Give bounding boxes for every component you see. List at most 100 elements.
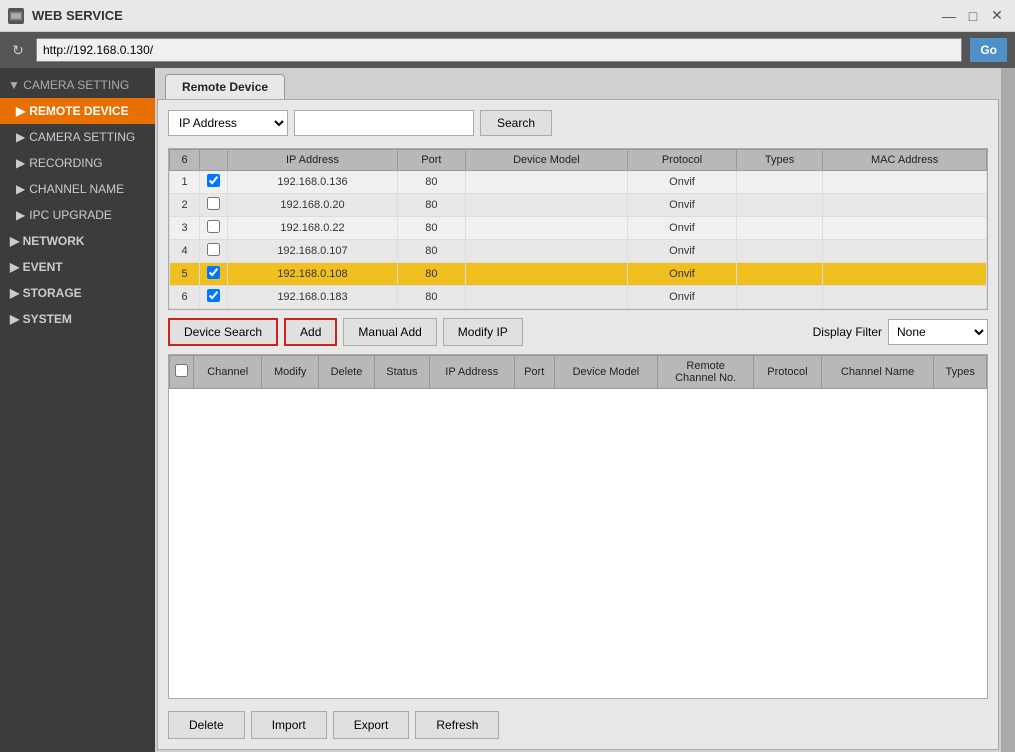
- row-check[interactable]: [200, 286, 228, 309]
- table-row[interactable]: 3 192.168.0.22 80 Onvif: [170, 217, 987, 240]
- lower-table-container: Channel Modify Delete Status IP Address …: [168, 354, 988, 699]
- row-protocol: Onvif: [628, 171, 737, 194]
- sidebar-section-label: ▼ CAMERA SETTING: [8, 78, 129, 92]
- col-header-types: Types: [736, 150, 822, 171]
- export-button[interactable]: Export: [333, 711, 410, 739]
- lower-col-modify: Modify: [262, 356, 319, 389]
- go-button[interactable]: Go: [970, 38, 1007, 62]
- row-num: 2: [170, 194, 200, 217]
- action-row: Device Search Add Manual Add Modify IP D…: [168, 318, 988, 346]
- row-model: [465, 217, 627, 240]
- row-ip: 192.168.0.108: [228, 263, 398, 286]
- sidebar: ▼ CAMERA SETTING ▶ REMOTE DEVICE ▶ CAMER…: [0, 68, 155, 752]
- display-filter-label: Display Filter: [813, 325, 882, 339]
- col-header-port: Port: [398, 150, 466, 171]
- row-model: [465, 263, 627, 286]
- app-title: WEB SERVICE: [32, 8, 931, 23]
- row-protocol: Onvif: [628, 217, 737, 240]
- row-mac: [823, 194, 987, 217]
- lower-col-channel-name: Channel Name: [821, 356, 934, 389]
- sidebar-item-storage[interactable]: ▶ STORAGE: [0, 280, 155, 306]
- modify-ip-button[interactable]: Modify IP: [443, 318, 523, 346]
- row-mac: [823, 286, 987, 309]
- row-model: [465, 286, 627, 309]
- col-header-model: Device Model: [465, 150, 627, 171]
- maximize-button[interactable]: □: [963, 6, 983, 26]
- table-row[interactable]: 1 192.168.0.136 80 Onvif: [170, 171, 987, 194]
- row-mac: [823, 263, 987, 286]
- row-model: [465, 194, 627, 217]
- table-row[interactable]: 5 192.168.0.108 80 Onvif: [170, 263, 987, 286]
- col-header-check: [200, 150, 228, 171]
- content-area: Remote Device IP Address Device Name Sea…: [155, 68, 1001, 752]
- sidebar-item-camera-setting[interactable]: ▶ CAMERA SETTING: [0, 124, 155, 150]
- table-row[interactable]: 4 192.168.0.107 80 Onvif: [170, 240, 987, 263]
- tab-remote-device[interactable]: Remote Device: [165, 74, 285, 99]
- upper-table-container: 6 IP Address Port Device Model Protocol …: [168, 148, 988, 310]
- row-model: [465, 171, 627, 194]
- sidebar-arrow-camera: ▶: [16, 130, 25, 144]
- col-header-mac: MAC Address: [823, 150, 987, 171]
- col-header-protocol: Protocol: [628, 150, 737, 171]
- close-button[interactable]: ✕: [987, 6, 1007, 26]
- sidebar-item-channel-name[interactable]: ▶ CHANNEL NAME: [0, 176, 155, 202]
- sidebar-item-ipc-upgrade[interactable]: ▶ IPC UPGRADE: [0, 202, 155, 228]
- row-num: 6: [170, 286, 200, 309]
- row-protocol: Onvif: [628, 194, 737, 217]
- row-ip: 192.168.0.107: [228, 240, 398, 263]
- lower-col-remote-channel: RemoteChannel No.: [658, 356, 754, 389]
- sidebar-item-system[interactable]: ▶ SYSTEM: [0, 306, 155, 332]
- select-all-checkbox[interactable]: [175, 364, 188, 377]
- delete-button[interactable]: Delete: [168, 711, 245, 739]
- sidebar-arrow-recording: ▶: [16, 156, 25, 170]
- row-check[interactable]: [200, 263, 228, 286]
- refresh-button[interactable]: Refresh: [415, 711, 499, 739]
- search-button[interactable]: Search: [480, 110, 552, 136]
- sidebar-section-camera[interactable]: ▼ CAMERA SETTING: [0, 72, 155, 98]
- row-mac: [823, 171, 987, 194]
- lower-col-delete: Delete: [319, 356, 375, 389]
- row-check[interactable]: [200, 240, 228, 263]
- row-check[interactable]: [200, 171, 228, 194]
- bottom-row: Delete Import Export Refresh: [168, 707, 988, 739]
- row-types: [736, 286, 822, 309]
- refresh-icon[interactable]: ↻: [8, 40, 28, 60]
- row-port: 80: [398, 194, 466, 217]
- col-header-ip: IP Address: [228, 150, 398, 171]
- row-ip: 192.168.0.20: [228, 194, 398, 217]
- sidebar-item-remote-device[interactable]: ▶ REMOTE DEVICE: [0, 98, 155, 124]
- title-bar: WEB SERVICE — □ ✕: [0, 0, 1015, 32]
- row-port: 80: [398, 286, 466, 309]
- manual-add-button[interactable]: Manual Add: [343, 318, 436, 346]
- row-port: 80: [398, 240, 466, 263]
- table-row[interactable]: 6 192.168.0.183 80 Onvif: [170, 286, 987, 309]
- lower-col-model: Device Model: [554, 356, 658, 389]
- row-check[interactable]: [200, 217, 228, 240]
- sidebar-arrow-ipc: ▶: [16, 208, 25, 222]
- upper-table: 6 IP Address Port Device Model Protocol …: [169, 149, 987, 309]
- row-port: 80: [398, 171, 466, 194]
- sidebar-arrow-channel: ▶: [16, 182, 25, 196]
- table-row[interactable]: 2 192.168.0.20 80 Onvif: [170, 194, 987, 217]
- display-filter-dropdown[interactable]: None All Online Offline: [888, 319, 988, 345]
- device-search-button[interactable]: Device Search: [168, 318, 278, 346]
- lower-col-ip: IP Address: [429, 356, 514, 389]
- sidebar-item-event[interactable]: ▶ EVENT: [0, 254, 155, 280]
- import-button[interactable]: Import: [251, 711, 327, 739]
- url-input[interactable]: [36, 38, 962, 62]
- sidebar-item-network[interactable]: ▶ NETWORK: [0, 228, 155, 254]
- search-type-dropdown[interactable]: IP Address Device Name: [168, 110, 288, 136]
- minimize-button[interactable]: —: [939, 6, 959, 26]
- row-types: [736, 217, 822, 240]
- row-check[interactable]: [200, 194, 228, 217]
- row-protocol: Onvif: [628, 263, 737, 286]
- inner-content: IP Address Device Name Search 6 IP Addre…: [157, 99, 999, 750]
- sidebar-item-recording[interactable]: ▶ RECORDING: [0, 150, 155, 176]
- add-button[interactable]: Add: [284, 318, 337, 346]
- lower-col-port: Port: [514, 356, 554, 389]
- sidebar-arrow-remote: ▶: [16, 104, 25, 118]
- row-model: [465, 240, 627, 263]
- scrollbar-area: [1001, 68, 1015, 752]
- search-input[interactable]: [294, 110, 474, 136]
- row-num: 4: [170, 240, 200, 263]
